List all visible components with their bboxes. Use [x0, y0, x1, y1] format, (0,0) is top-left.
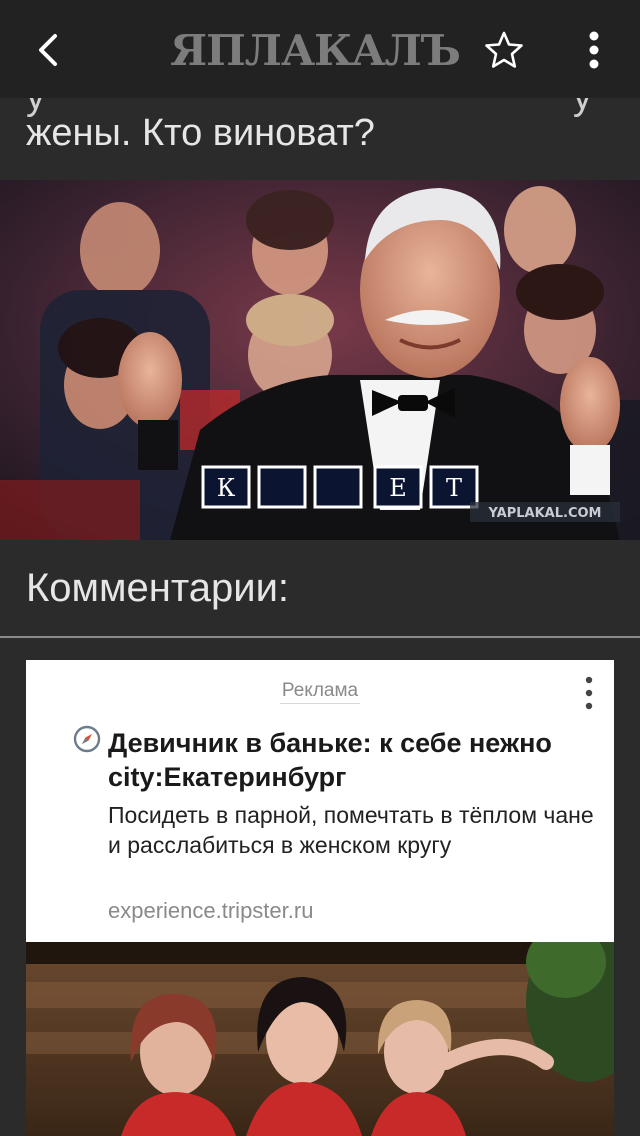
tile-letter: К — [217, 474, 236, 502]
post-title-line: жены. Кто виноват? — [26, 112, 375, 154]
kebab-menu-icon — [585, 676, 593, 710]
tile-letter: Т — [446, 474, 462, 502]
kebab-menu-icon — [589, 31, 599, 69]
tile-letter: Е — [389, 474, 407, 502]
image-watermark: YAPLAKAL.COM — [488, 506, 602, 521]
top-app-bar: ЯПЛАКАЛЪ — [0, 0, 640, 98]
ad-domain[interactable]: experience.tripster.ru — [108, 898, 313, 924]
letter-tiles: К Е Т — [201, 465, 479, 509]
comments-section-header: Комментарии: — [0, 540, 640, 638]
ad-label: Реклама — [26, 680, 614, 704]
ad-description: Посидеть в парной, помечтать в тёплом ча… — [108, 802, 594, 858]
site-logo[interactable]: ЯПЛАКАЛЪ — [170, 24, 461, 76]
back-button[interactable] — [24, 22, 72, 78]
post-image-scene: К Е Т YAPLAKAL.COM — [0, 180, 640, 540]
ad-headline[interactable]: Девичник в баньке: к себе нежно city:Ека… — [108, 726, 598, 794]
compass-icon — [73, 725, 101, 753]
favorite-button[interactable] — [482, 28, 526, 72]
overflow-menu-button[interactable] — [576, 28, 612, 72]
ad-image[interactable] — [26, 942, 614, 1136]
comments-heading: Комментарии: — [26, 566, 290, 610]
ad-menu-button[interactable] — [580, 674, 598, 712]
post-image[interactable]: К Е Т YAPLAKAL.COM — [0, 180, 640, 540]
ad-card[interactable]: Реклама Девичник в баньке: к себе нежно … — [26, 660, 614, 1136]
post-title: у у жены. Кто виноват? — [0, 98, 640, 180]
chevron-left-icon — [39, 34, 57, 66]
ad-image-scene — [26, 942, 614, 1136]
star-outline-icon — [485, 31, 523, 68]
